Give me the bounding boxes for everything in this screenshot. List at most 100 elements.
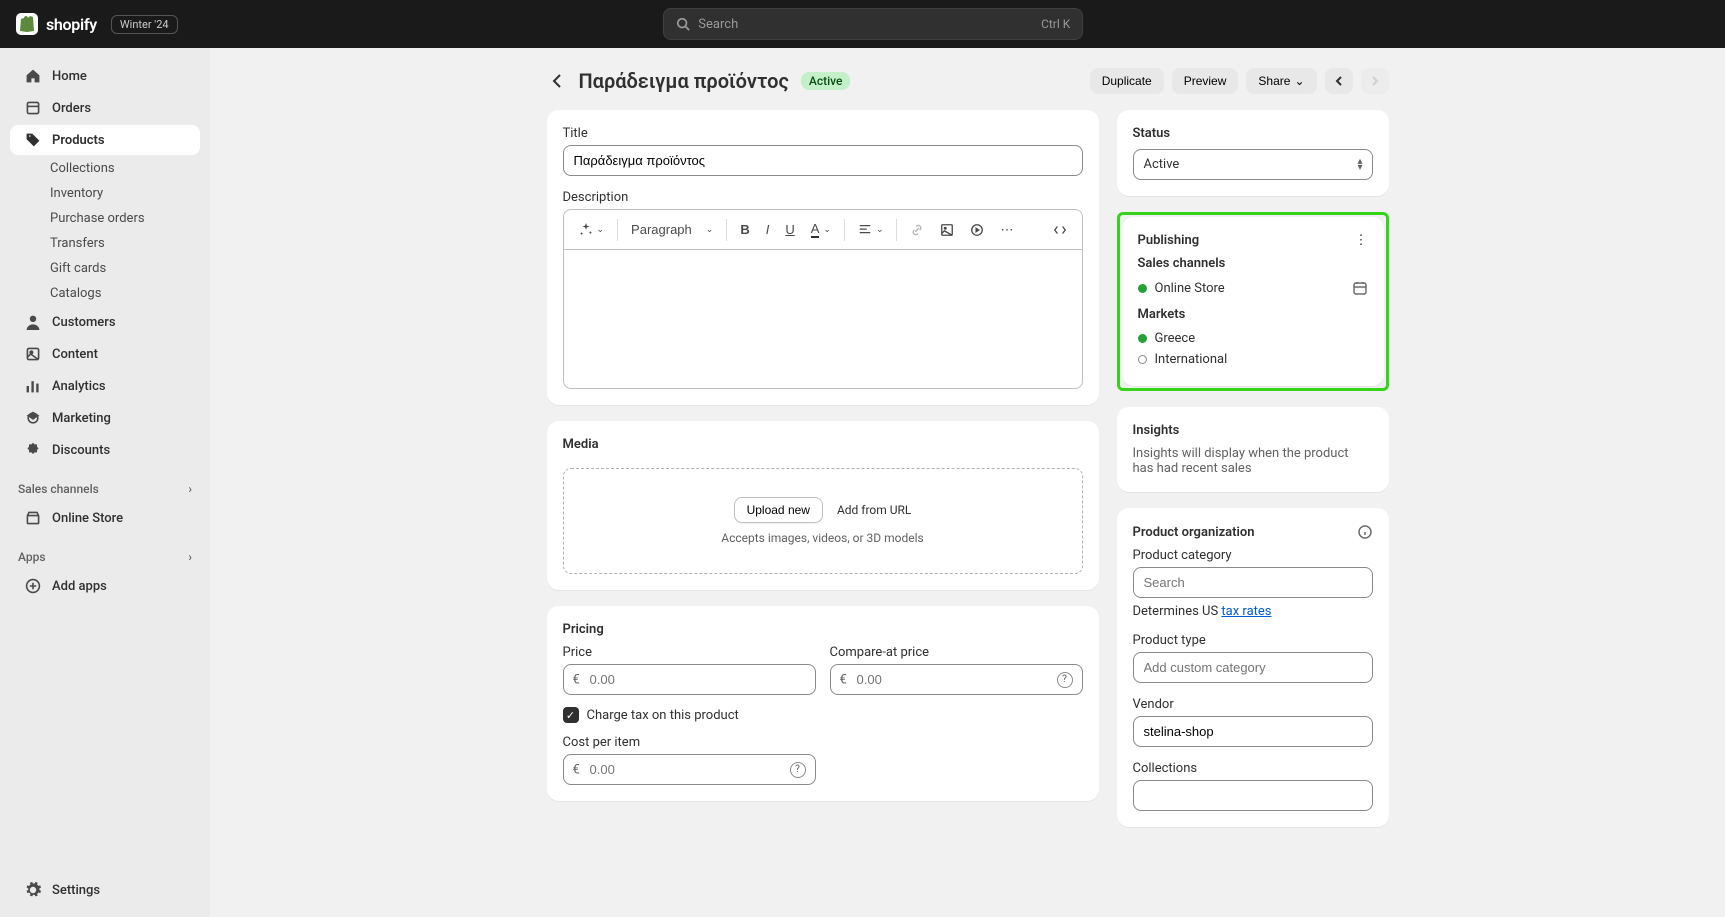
- status-badge: Active: [801, 72, 851, 90]
- nav-label: Discounts: [52, 443, 110, 458]
- nav-label: Customers: [52, 315, 116, 330]
- nav-products[interactable]: Products: [10, 125, 200, 155]
- home-icon: [24, 67, 42, 85]
- add-from-url-link[interactable]: Add from URL: [837, 503, 911, 517]
- customers-icon: [24, 313, 42, 331]
- media-card: Media Upload new Add from URL Accepts im…: [547, 421, 1099, 590]
- title-input[interactable]: [563, 145, 1083, 176]
- collections-input[interactable]: [1133, 780, 1373, 811]
- status-card: Status Active ▴▾: [1117, 110, 1389, 196]
- nav-label: Home: [52, 69, 87, 84]
- rte-underline-button[interactable]: U: [778, 217, 801, 242]
- product-organization-card: Product organization Product category De…: [1117, 508, 1389, 827]
- nav-label: Marketing: [52, 411, 111, 426]
- nav-customers[interactable]: Customers: [10, 307, 200, 337]
- status-dot-icon: [1138, 334, 1147, 343]
- vendor-input[interactable]: [1133, 716, 1373, 747]
- status-dot-icon: [1138, 284, 1147, 293]
- nav-settings[interactable]: Settings: [10, 875, 200, 905]
- shopify-logo-icon: [16, 13, 38, 35]
- nav-home[interactable]: Home: [10, 61, 200, 91]
- nav-sub-transfers[interactable]: Transfers: [10, 231, 200, 256]
- rte-color-button[interactable]: A ⌄: [804, 216, 838, 243]
- price-input[interactable]: [563, 664, 816, 695]
- nav-sub-collections[interactable]: Collections: [10, 156, 200, 181]
- rte-more-button[interactable]: ⋯: [993, 217, 1020, 243]
- sales-channels-section[interactable]: Sales channels ›: [0, 476, 210, 502]
- version-pill: Winter '24: [111, 15, 178, 34]
- search-icon: [676, 17, 690, 31]
- sidebar: Home Orders Products Collections Invento…: [0, 48, 210, 917]
- nav-label: Analytics: [52, 379, 106, 394]
- status-select[interactable]: Active: [1133, 149, 1373, 180]
- pricing-heading: Pricing: [563, 622, 1083, 637]
- share-button[interactable]: Share ⌄: [1246, 68, 1316, 94]
- channel-online-store: Online Store: [1138, 277, 1368, 299]
- help-icon[interactable]: ?: [790, 762, 806, 778]
- type-input[interactable]: [1133, 652, 1373, 683]
- upload-new-button[interactable]: Upload new: [734, 497, 823, 523]
- nav-sub-catalogs[interactable]: Catalogs: [10, 281, 200, 306]
- market-name: International: [1155, 352, 1228, 367]
- global-search[interactable]: Search Ctrl K: [663, 8, 1083, 40]
- rte-bold-button[interactable]: B: [733, 217, 756, 242]
- nav-content[interactable]: Content: [10, 339, 200, 369]
- rte-ai-button[interactable]: ⌄: [572, 218, 612, 242]
- rte-paragraph-select[interactable]: Paragraph ⌄: [624, 217, 720, 242]
- rte-video-button[interactable]: [963, 218, 991, 242]
- more-icon[interactable]: ⋮: [1355, 233, 1368, 248]
- help-icon[interactable]: ?: [1057, 672, 1073, 688]
- media-dropzone[interactable]: Upload new Add from URL Accepts images, …: [563, 468, 1083, 574]
- category-input[interactable]: [1133, 567, 1373, 598]
- org-heading: Product organization: [1133, 525, 1255, 540]
- compare-at-input[interactable]: [830, 664, 1083, 695]
- compare-at-label: Compare-at price: [830, 645, 1083, 660]
- calendar-icon[interactable]: [1352, 280, 1368, 296]
- currency-symbol: €: [573, 762, 580, 777]
- rte-image-button[interactable]: [933, 218, 961, 242]
- nav-analytics[interactable]: Analytics: [10, 371, 200, 401]
- rte-toolbar: ⌄ Paragraph ⌄ B I U A ⌄ ⌄: [563, 209, 1083, 249]
- topbar: shopify Winter '24 Search Ctrl K: [0, 0, 1725, 48]
- nav-orders[interactable]: Orders: [10, 93, 200, 123]
- price-label: Price: [563, 645, 816, 660]
- next-product-button: [1361, 68, 1389, 94]
- marketing-icon: [24, 409, 42, 427]
- nav-online-store[interactable]: Online Store: [10, 503, 200, 533]
- nav-sub-purchase-orders[interactable]: Purchase orders: [10, 206, 200, 231]
- rte-code-button[interactable]: [1046, 218, 1074, 242]
- charge-tax-checkbox[interactable]: ✓ Charge tax on this product: [563, 707, 1083, 723]
- apps-section[interactable]: Apps ›: [0, 544, 210, 570]
- publishing-heading: Publishing: [1138, 233, 1200, 248]
- preview-button[interactable]: Preview: [1172, 68, 1239, 94]
- category-label: Product category: [1133, 548, 1373, 563]
- market-international: International: [1138, 349, 1368, 370]
- sales-channels-heading: Sales channels: [1138, 256, 1368, 271]
- nav-add-apps[interactable]: Add apps: [10, 571, 200, 601]
- tax-rates-link[interactable]: tax rates: [1221, 604, 1271, 619]
- nav-sub-gift-cards[interactable]: Gift cards: [10, 256, 200, 281]
- rte-align-button[interactable]: ⌄: [851, 218, 891, 242]
- nav-sub-inventory[interactable]: Inventory: [10, 181, 200, 206]
- nav-marketing[interactable]: Marketing: [10, 403, 200, 433]
- cost-per-item-input[interactable]: [563, 754, 816, 785]
- publishing-highlight: Publishing ⋮ Sales channels Online Store…: [1117, 212, 1389, 391]
- prev-product-button[interactable]: [1325, 68, 1353, 94]
- logo[interactable]: shopify Winter '24: [16, 13, 178, 35]
- tax-rates-note: Determines US tax rates: [1133, 604, 1373, 619]
- description-editor[interactable]: [563, 249, 1083, 389]
- duplicate-button[interactable]: Duplicate: [1090, 68, 1164, 94]
- orders-icon: [24, 99, 42, 117]
- info-icon[interactable]: [1357, 524, 1373, 540]
- back-button[interactable]: [547, 71, 567, 91]
- search-shortcut: Ctrl K: [1041, 17, 1070, 31]
- publishing-card: Publishing ⋮ Sales channels Online Store…: [1122, 217, 1384, 386]
- insights-heading: Insights: [1133, 423, 1373, 438]
- nav-discounts[interactable]: Discounts: [10, 435, 200, 465]
- chevron-right-icon: ›: [188, 482, 192, 496]
- markets-heading: Markets: [1138, 307, 1368, 322]
- nav-label: Products: [52, 133, 105, 148]
- rte-link-button[interactable]: [903, 218, 931, 242]
- type-label: Product type: [1133, 633, 1373, 648]
- rte-italic-button[interactable]: I: [759, 217, 777, 242]
